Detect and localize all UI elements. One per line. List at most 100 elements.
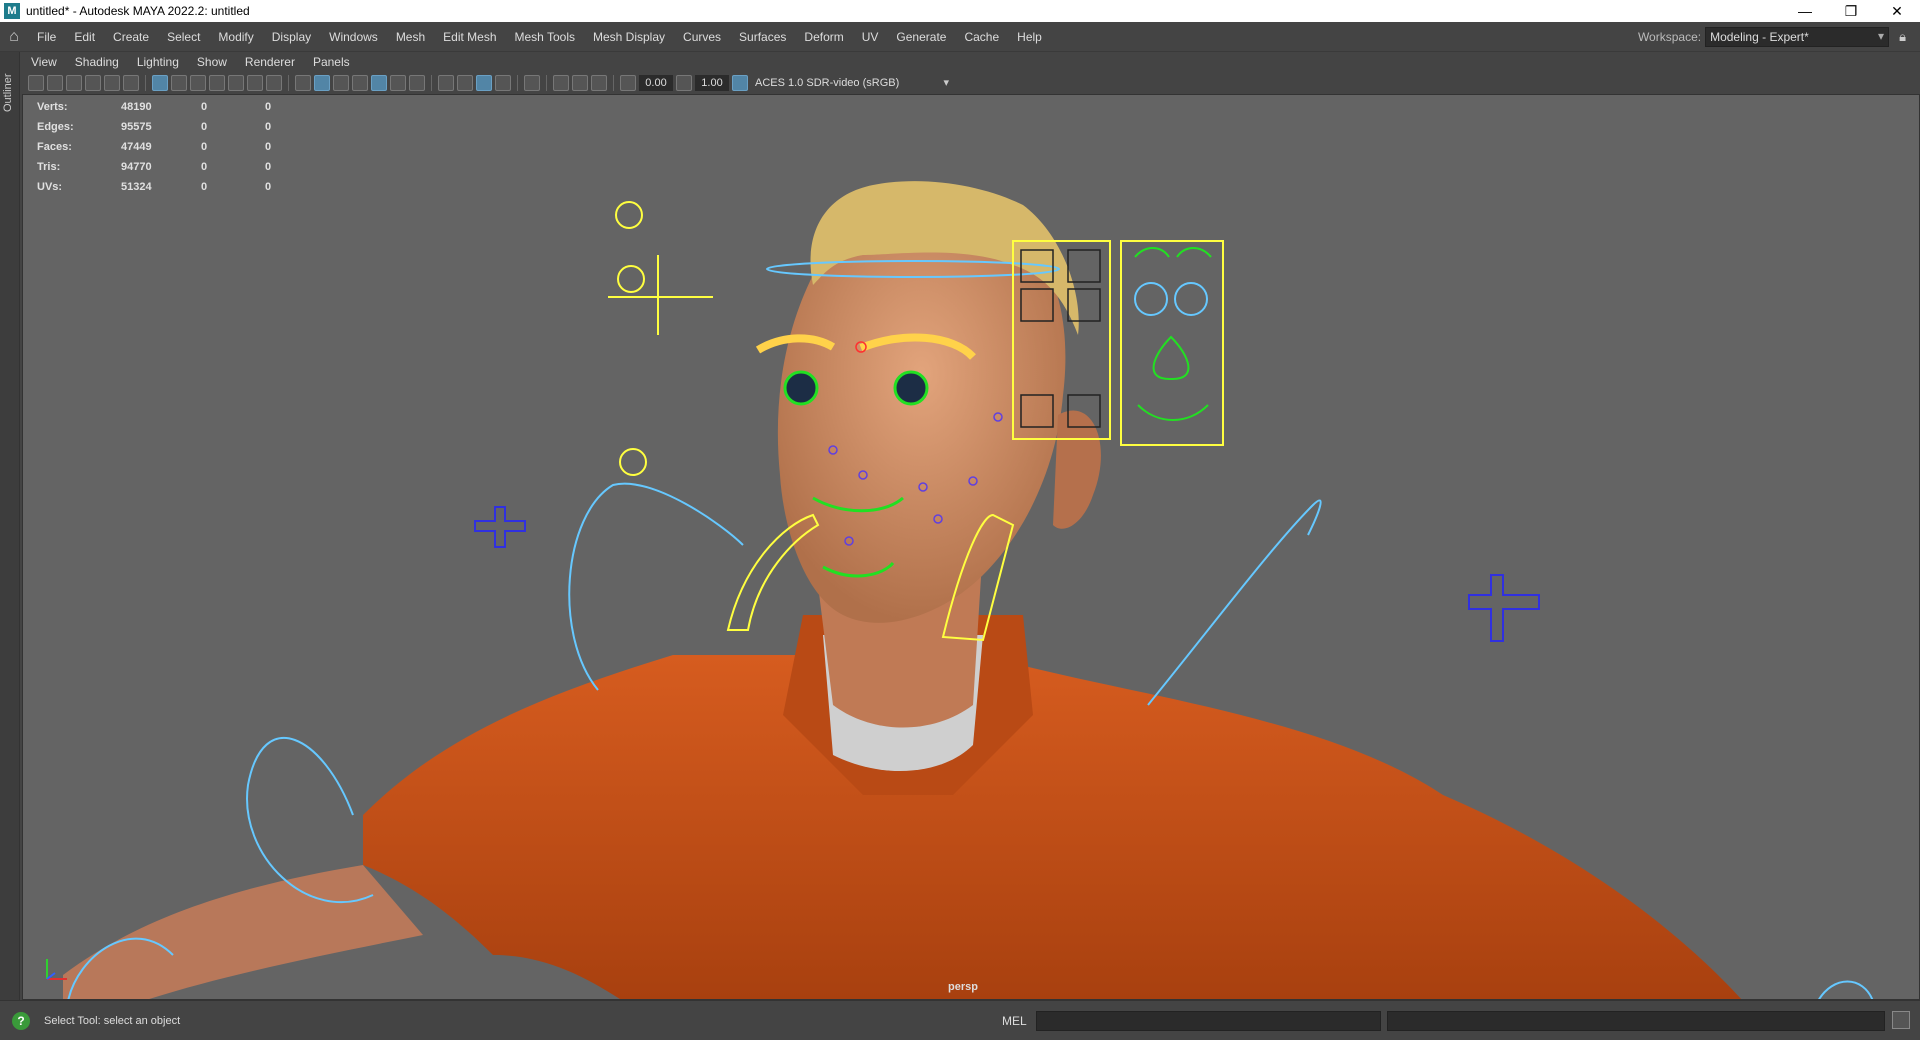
menu-help[interactable]: Help [1008, 22, 1051, 52]
xray-joints-icon[interactable] [553, 75, 569, 91]
menu-file[interactable]: File [28, 22, 65, 52]
hud-value: 47449 [121, 141, 152, 153]
facial-gui-panel-right [1120, 240, 1224, 446]
hud-value: 0 [201, 101, 208, 113]
menu-create[interactable]: Create [104, 22, 158, 52]
outliner-tab[interactable]: Outliner [2, 73, 14, 112]
smooth-shade-icon[interactable] [314, 75, 330, 91]
toolbar-separator [145, 75, 146, 91]
wireframe-icon[interactable] [295, 75, 311, 91]
help-icon[interactable]: ? [12, 1011, 30, 1030]
eye-look-control [617, 265, 645, 293]
camera-attributes-icon[interactable] [66, 75, 82, 91]
panel-menu-bar: View Shading Lighting Show Renderer Pane… [22, 52, 1920, 72]
panel-menu-view[interactable]: View [22, 55, 66, 69]
hud-value: 0 [201, 181, 208, 193]
grid-icon[interactable] [152, 75, 168, 91]
motion-blur-icon[interactable] [457, 75, 473, 91]
home-icon[interactable]: ⌂ [0, 22, 28, 52]
eye-look-cross [608, 255, 713, 335]
view-transform-dropdown[interactable]: ACES 1.0 SDR-video (sRGB) [751, 74, 949, 92]
menu-uv[interactable]: UV [853, 22, 888, 52]
menu-mesh-tools[interactable]: Mesh Tools [506, 22, 584, 52]
hud-value: 95575 [121, 121, 152, 133]
left-eye [783, 370, 819, 406]
camera-name-label: persp [948, 981, 978, 993]
field-chart-icon[interactable] [228, 75, 244, 91]
left-arm [63, 865, 423, 999]
toolbar-separator [431, 75, 432, 91]
gamma-icon[interactable] [620, 75, 636, 91]
exposure-icon[interactable] [676, 75, 692, 91]
menu-edit-mesh[interactable]: Edit Mesh [434, 22, 505, 52]
maya-app-icon: M [4, 3, 20, 19]
panel-menu-panels[interactable]: Panels [304, 55, 359, 69]
workspace-dropdown[interactable]: Modeling - Expert* [1705, 27, 1890, 47]
toolbar-separator [546, 75, 547, 91]
shoulder-control-left [474, 506, 526, 548]
lights-icon[interactable] [390, 75, 406, 91]
close-button[interactable]: ✕ [1874, 0, 1920, 22]
facial-gui-nose [1152, 335, 1190, 381]
panel-menu-shading[interactable]: Shading [66, 55, 128, 69]
textured-icon[interactable] [352, 75, 368, 91]
xray-icon[interactable] [371, 75, 387, 91]
menu-display[interactable]: Display [263, 22, 320, 52]
hud-row-verts: Verts: 48190 0 0 [37, 97, 305, 117]
left-tool-strip: Outliner [0, 52, 20, 1000]
panel-menu-show[interactable]: Show [188, 55, 236, 69]
script-editor-icon[interactable] [1892, 1011, 1910, 1029]
shirt-mesh [363, 655, 1742, 999]
image-plane-icon[interactable] [104, 75, 120, 91]
backface-culling-icon[interactable] [591, 75, 607, 91]
resolution-gate-icon[interactable] [190, 75, 206, 91]
isolate-select-icon[interactable] [524, 75, 540, 91]
hud-value: 0 [201, 161, 208, 173]
toolbar-separator [613, 75, 614, 91]
window-controls: — ❐ ✕ [1782, 0, 1920, 22]
depth-of-field-icon[interactable] [495, 75, 511, 91]
lock-icon[interactable]: 🔒︎ [1899, 29, 1906, 45]
anti-aliasing-icon[interactable] [476, 75, 492, 91]
hud-value: 0 [265, 101, 272, 113]
menu-deform[interactable]: Deform [795, 22, 852, 52]
facial-gui-left-eye [1134, 282, 1168, 316]
maximize-button[interactable]: ❐ [1828, 0, 1874, 22]
perspective-viewport[interactable]: Verts: 48190 0 0 Edges: 95575 0 0 Faces:… [22, 94, 1920, 1000]
camera-select-icon[interactable] [28, 75, 44, 91]
menu-edit[interactable]: Edit [65, 22, 104, 52]
menu-select[interactable]: Select [158, 22, 209, 52]
grease-pencil-icon[interactable] [123, 75, 139, 91]
safe-title-icon[interactable] [266, 75, 282, 91]
menu-windows[interactable]: Windows [320, 22, 387, 52]
bookmark-icon[interactable] [85, 75, 101, 91]
hud-value: 0 [265, 141, 272, 153]
hud-label: Verts: [37, 101, 68, 113]
camera-lock-icon[interactable] [47, 75, 63, 91]
workspace-selector: Workspace: Modeling - Expert* 🔒︎ [1638, 22, 1906, 52]
menu-generate[interactable]: Generate [887, 22, 955, 52]
script-language-toggle[interactable]: MEL [1002, 1014, 1027, 1028]
menu-mesh-display[interactable]: Mesh Display [584, 22, 674, 52]
shadows-icon[interactable] [409, 75, 425, 91]
hud-row-faces: Faces: 47449 0 0 [37, 137, 305, 157]
command-line-input[interactable] [1036, 1011, 1381, 1031]
xray-active-icon[interactable] [572, 75, 588, 91]
film-gate-icon[interactable] [171, 75, 187, 91]
exposure-field[interactable]: 1.00 [695, 75, 729, 91]
wireframe-on-shaded-icon[interactable] [333, 75, 349, 91]
menu-surfaces[interactable]: Surfaces [730, 22, 795, 52]
menu-modify[interactable]: Modify [209, 22, 262, 52]
minimize-button[interactable]: — [1782, 0, 1828, 22]
panel-menu-renderer[interactable]: Renderer [236, 55, 304, 69]
safe-action-icon[interactable] [247, 75, 263, 91]
workspace-label: Workspace: [1637, 30, 1702, 44]
panel-menu-lighting[interactable]: Lighting [128, 55, 188, 69]
gate-mask-icon[interactable] [209, 75, 225, 91]
color-management-icon[interactable] [732, 75, 748, 91]
menu-mesh[interactable]: Mesh [387, 22, 434, 52]
menu-cache[interactable]: Cache [955, 22, 1008, 52]
ambient-occlusion-icon[interactable] [438, 75, 454, 91]
gamma-field[interactable]: 0.00 [639, 75, 673, 91]
menu-curves[interactable]: Curves [674, 22, 730, 52]
